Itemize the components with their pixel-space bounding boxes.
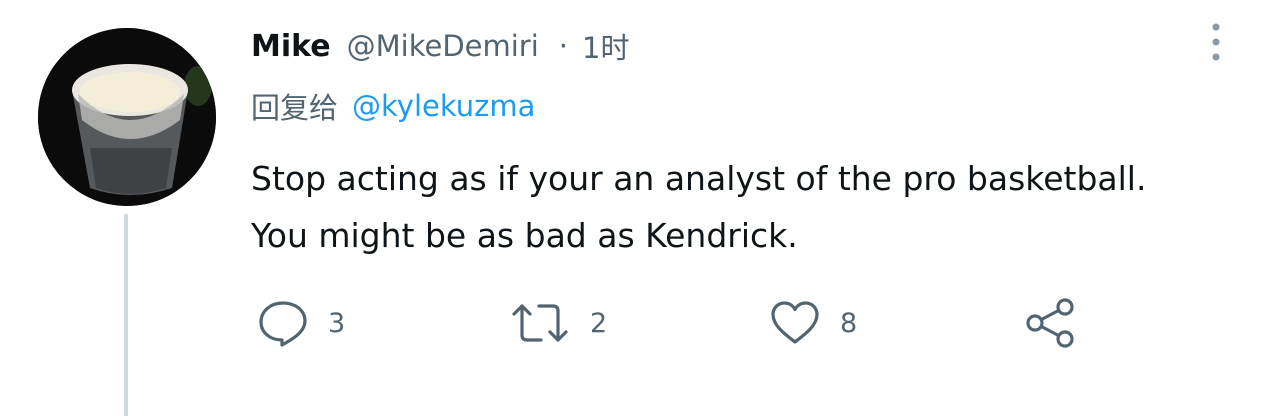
reply-icon — [259, 301, 307, 347]
avatar[interactable] — [38, 28, 216, 206]
tweet-header: Mike @MikeDemiri · 1时 — [251, 26, 629, 66]
author-name[interactable]: Mike — [251, 29, 331, 64]
reply-prefix: 回复给 — [251, 91, 339, 125]
retweet-button[interactable]: 2 — [510, 295, 607, 351]
reply-context: 回复给 @kylekuzma — [251, 86, 535, 126]
more-vertical-icon — [1212, 23, 1220, 61]
tweet-text: Stop acting as if your an analyst of the… — [251, 150, 1261, 264]
author-handle[interactable]: @MikeDemiri — [347, 29, 539, 63]
separator-dot: · — [558, 29, 568, 63]
share-button[interactable] — [1024, 295, 1076, 351]
reply-mention-link[interactable]: @kylekuzma — [352, 89, 535, 123]
reply-count: 3 — [328, 307, 346, 339]
heart-icon — [771, 301, 819, 344]
retweet-count: 2 — [590, 307, 608, 339]
tweet[interactable]: Mike @MikeDemiri · 1时 回复给 @kylekuzma Sto… — [0, 0, 1282, 416]
timestamp[interactable]: 1时 — [582, 25, 629, 67]
action-bar: 3 2 8 — [0, 295, 1282, 351]
retweet-icon — [512, 304, 568, 342]
avatar-image — [38, 28, 216, 206]
share-icon — [1026, 298, 1074, 348]
tweet-text-line: Stop acting as if your an analyst of the… — [251, 159, 1147, 198]
more-options-button[interactable] — [1200, 18, 1232, 66]
like-count: 8 — [840, 307, 858, 339]
reply-button[interactable]: 3 — [258, 295, 345, 351]
tweet-text-line: You might be as bad as Kendrick. — [251, 216, 798, 255]
like-button[interactable]: 8 — [770, 295, 857, 351]
